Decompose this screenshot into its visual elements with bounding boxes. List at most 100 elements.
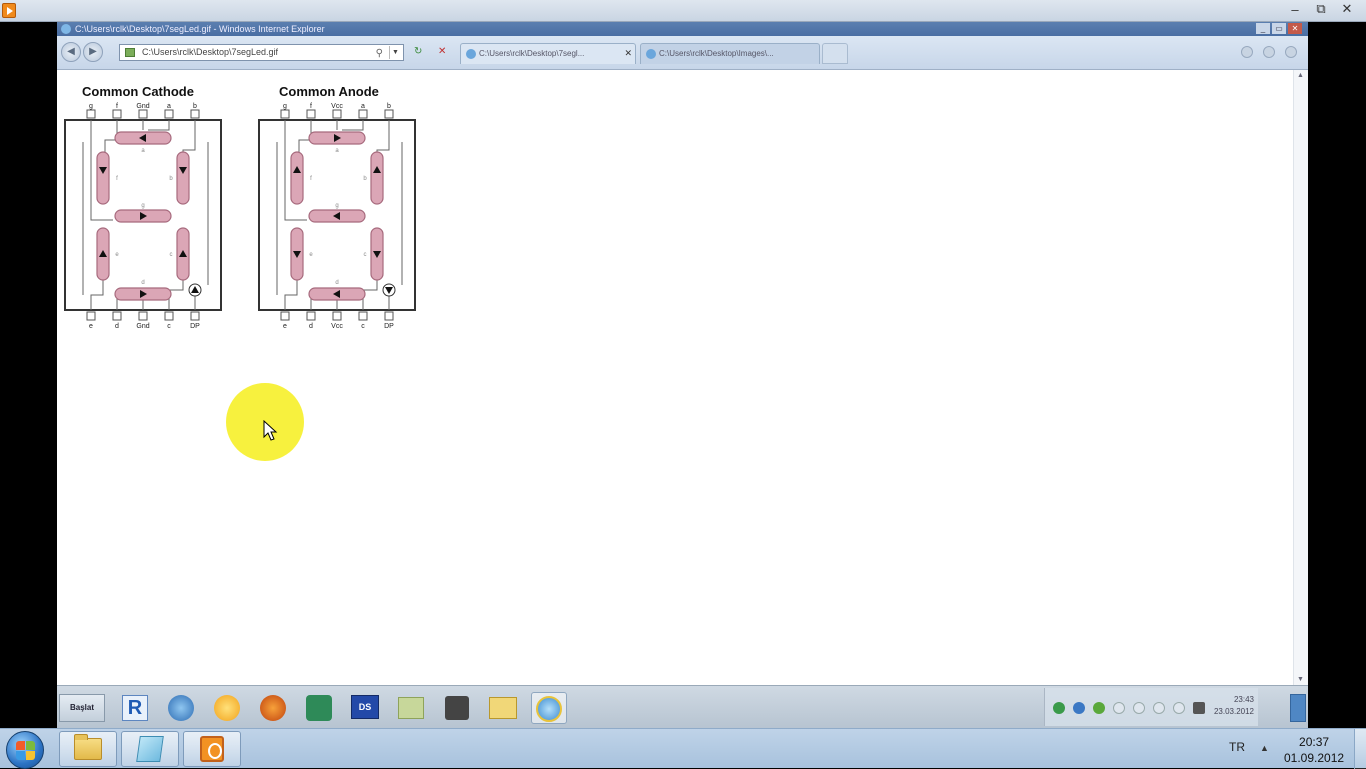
address-bar[interactable]: C:\Users\rclk\Desktop\7segLed.gif ⚲ ▼ xyxy=(119,44,404,61)
inner-app-icon[interactable] xyxy=(393,692,429,724)
tab-images[interactable]: C:\Users\rclk\Desktop\Images\... xyxy=(640,43,820,64)
tray-icon[interactable] xyxy=(1113,702,1125,714)
folder-icon xyxy=(74,734,102,760)
tray-icon[interactable] xyxy=(1073,702,1085,714)
tray-icon[interactable] xyxy=(1153,702,1165,714)
pin-label: f xyxy=(116,103,118,110)
tab-label: C:\Users\rclk\Desktop\Images\... xyxy=(659,49,774,58)
tray-icon[interactable] xyxy=(1093,702,1105,714)
close-button[interactable]: ✕ xyxy=(1334,0,1360,18)
player-taskbar-button[interactable] xyxy=(183,731,241,767)
pin-label: b xyxy=(193,103,197,110)
explorer-taskbar-button[interactable] xyxy=(59,731,117,767)
green-app-icon xyxy=(306,695,332,721)
app-r-icon: R xyxy=(122,695,148,721)
firefox-icon xyxy=(260,695,286,721)
anode-title: Common Anode xyxy=(279,84,379,99)
segment-letter: f xyxy=(310,176,312,182)
chrome-like-icon xyxy=(214,695,240,721)
browser-content: Common Cathode Common Anode g f Gnd a b … xyxy=(57,70,1293,685)
restore-button[interactable]: ⧉ xyxy=(1308,0,1334,18)
segment-letter: b xyxy=(363,176,367,182)
inner-app-icon[interactable]: DS xyxy=(347,692,383,724)
address-dropdown-icon[interactable]: ▼ xyxy=(389,46,401,59)
show-hidden-icons-icon[interactable]: ▲ xyxy=(1260,743,1269,753)
new-tab-button[interactable] xyxy=(822,43,848,64)
minimize-button[interactable]: – xyxy=(1282,0,1308,18)
stop-icon[interactable]: ✕ xyxy=(438,46,446,57)
segment-b xyxy=(370,151,384,205)
back-button[interactable]: ◀ xyxy=(61,42,81,62)
inner-app-icon[interactable] xyxy=(209,692,245,724)
thunderbird-icon xyxy=(168,695,194,721)
windows-logo-icon xyxy=(16,741,25,750)
inner-app-icon[interactable] xyxy=(485,692,521,724)
pin-label: g xyxy=(89,103,93,110)
pin-label: a xyxy=(167,103,171,110)
segment-letter: d xyxy=(141,280,144,286)
clock-time: 20:37 xyxy=(1299,735,1330,749)
pin-label: DP xyxy=(384,323,394,330)
notes-icon xyxy=(136,736,164,762)
segment-letter: c xyxy=(364,252,367,258)
common-cathode-diagram: g f Gnd a b e d Gnd c DP a b c d e f g xyxy=(64,103,222,330)
refresh-icon[interactable]: ↻ xyxy=(414,46,422,57)
inner-app-icon[interactable] xyxy=(255,692,291,724)
video-frame: C:\Users\rclk\Desktop\7segLed.gif - Wind… xyxy=(57,22,1308,728)
search-icon[interactable]: ⚲ xyxy=(376,46,383,60)
browser-close-button[interactable]: ✕ xyxy=(1288,23,1302,34)
pin-label: f xyxy=(310,103,312,110)
inner-clock[interactable]: 23:43 23.03.2012 xyxy=(1214,694,1254,718)
ie-icon xyxy=(536,696,562,722)
battery-icon[interactable] xyxy=(1193,702,1205,714)
browser-window-controls: _ ▭ ✕ xyxy=(1256,23,1302,34)
segment-letter: g xyxy=(335,203,338,209)
segment-letter: b xyxy=(169,176,173,182)
tab-7segled[interactable]: C:\Users\rclk\Desktop\7segl... ✕ xyxy=(460,43,636,64)
notes-taskbar-button[interactable] xyxy=(121,731,179,767)
inner-app-icon[interactable] xyxy=(163,692,199,724)
inner-app-icon[interactable] xyxy=(301,692,337,724)
browser-restore-button[interactable]: ▭ xyxy=(1272,23,1286,34)
outer-window-controls: – ⧉ ✕ xyxy=(1282,0,1360,20)
forward-button[interactable]: ▶ xyxy=(83,42,103,62)
blue-app-icon: DS xyxy=(351,695,379,719)
common-anode-diagram: g f Vcc a b e d Vcc c DP a b c d e f g xyxy=(258,103,416,330)
media-player-icon xyxy=(200,736,224,762)
show-desktop-button[interactable] xyxy=(1354,729,1366,769)
page-icon xyxy=(125,48,135,57)
windows-taskbar: TR ▲ 20:37 01.09.2012 xyxy=(0,728,1366,769)
segment-letter: g xyxy=(141,203,144,209)
browser-titlebar: C:\Users\rclk\Desktop\7segLed.gif - Wind… xyxy=(57,22,1308,36)
tray-icon[interactable] xyxy=(1133,702,1145,714)
scroll-down-icon[interactable]: ▼ xyxy=(1297,676,1304,683)
inner-app-ie[interactable] xyxy=(531,692,567,724)
inner-start-button[interactable]: Başlat xyxy=(59,694,105,722)
language-indicator[interactable]: TR xyxy=(1229,740,1245,754)
tray-icon[interactable] xyxy=(1053,702,1065,714)
browser-toolbar: ◀ ▶ C:\Users\rclk\Desktop\7segLed.gif ⚲ … xyxy=(57,36,1308,70)
favorites-icon[interactable] xyxy=(1263,46,1275,58)
tab-ie-icon xyxy=(466,49,476,59)
inner-app-icon[interactable] xyxy=(439,692,475,724)
browser-minimize-button[interactable]: _ xyxy=(1256,23,1270,34)
cathode-title: Common Cathode xyxy=(82,84,194,99)
pin-label: b xyxy=(387,103,391,110)
start-button[interactable] xyxy=(6,731,44,769)
pin-label: Vcc xyxy=(331,323,343,330)
tools-gear-icon[interactable] xyxy=(1285,46,1297,58)
scroll-up-icon[interactable]: ▲ xyxy=(1297,72,1304,79)
tab-close-icon[interactable]: ✕ xyxy=(624,44,632,63)
tray-icon[interactable] xyxy=(1173,702,1185,714)
inner-date: 23.03.2012 xyxy=(1213,707,1254,716)
inner-app-icon[interactable]: R xyxy=(117,692,153,724)
pin-label: c xyxy=(167,323,171,330)
vertical-scrollbar[interactable]: ▲ ▼ xyxy=(1293,70,1308,685)
pin-label: DP xyxy=(190,323,200,330)
inner-show-desktop-button[interactable] xyxy=(1290,694,1306,722)
segment-letter: e xyxy=(309,252,313,258)
pin-label: e xyxy=(89,323,93,330)
home-icon[interactable] xyxy=(1241,46,1253,58)
segment-letter: c xyxy=(170,252,173,258)
system-clock[interactable]: 20:37 01.09.2012 xyxy=(1284,734,1344,766)
